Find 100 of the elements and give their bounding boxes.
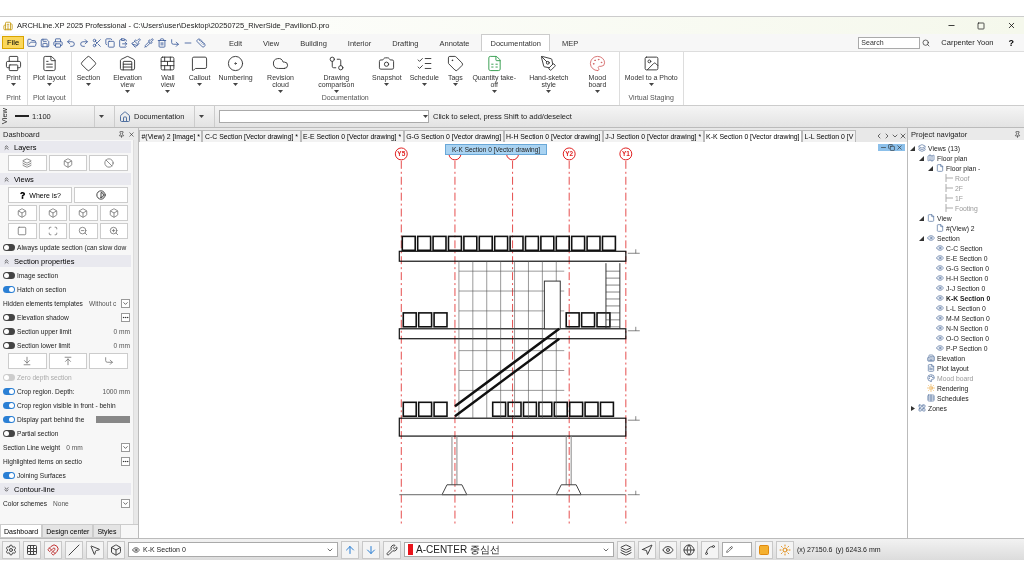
undo-icon[interactable] (66, 37, 77, 48)
icon-button[interactable] (74, 187, 128, 203)
layers-button[interactable] (617, 540, 635, 559)
more-button[interactable] (121, 312, 130, 322)
caret-icon (165, 90, 171, 93)
pen-select[interactable] (722, 542, 752, 557)
close-icon (1006, 21, 1016, 30)
expanded-icon[interactable] (910, 145, 915, 151)
toggle-switch[interactable] (3, 341, 15, 349)
icon-button[interactable] (38, 223, 67, 239)
icon-button[interactable] (99, 223, 128, 239)
tools-button[interactable] (383, 540, 401, 559)
minimize-icon (880, 144, 887, 151)
chevron-right-icon[interactable] (883, 132, 891, 140)
toggle-switch[interactable] (3, 313, 15, 321)
angle-button[interactable] (65, 540, 83, 559)
list-icon (415, 55, 433, 72)
eye-icon (936, 264, 944, 272)
pipette-icon[interactable] (144, 37, 155, 48)
box-button[interactable] (107, 540, 125, 559)
more-button[interactable] (121, 456, 130, 466)
spreadsheet-icon (485, 55, 503, 72)
chevron-left-icon[interactable] (875, 132, 883, 140)
search-icon[interactable] (922, 38, 931, 47)
layer-select[interactable]: A-CENTER 중심선 (404, 542, 614, 557)
pin-icon[interactable] (1014, 130, 1021, 138)
fill-button[interactable] (755, 540, 773, 559)
command-combo[interactable] (219, 110, 429, 123)
grid-button[interactable] (23, 540, 41, 559)
caret-icon (333, 90, 339, 93)
arrow-down-icon (365, 543, 377, 556)
trash-icon[interactable] (157, 37, 168, 48)
cube-icon (108, 208, 119, 218)
paste-icon[interactable] (118, 37, 129, 48)
square-icon (17, 226, 28, 236)
navigation-button[interactable] (638, 540, 656, 559)
toggle-switch[interactable] (3, 401, 15, 409)
folder-icon[interactable] (27, 37, 38, 48)
close-icon[interactable] (128, 130, 135, 138)
toggle-switch[interactable] (3, 243, 15, 251)
scissors-icon[interactable] (92, 37, 103, 48)
pen-icon (540, 55, 558, 72)
chevron-down-icon (122, 299, 129, 307)
icon-button[interactable] (69, 223, 98, 239)
chevrons-up-icon (3, 175, 10, 183)
toggle-switch[interactable] (3, 429, 15, 437)
chevron-down-icon[interactable] (891, 132, 899, 140)
caret-icon (421, 83, 427, 86)
collapsed-icon[interactable] (910, 405, 915, 411)
tree-line-icon (945, 204, 953, 212)
zoom-out-icon (78, 226, 89, 236)
expanded-icon[interactable] (919, 235, 924, 241)
caret-icon (594, 90, 600, 93)
spline-icon (704, 543, 716, 556)
render-button[interactable] (776, 540, 794, 559)
save-icon[interactable] (40, 37, 51, 48)
tree-line-icon (945, 174, 953, 182)
close-icon[interactable] (899, 132, 907, 140)
dropdown-button[interactable] (99, 115, 104, 118)
cube-icon (63, 158, 73, 168)
icon-button[interactable] (8, 205, 37, 221)
icon-button[interactable] (89, 155, 128, 171)
view-button[interactable] (659, 540, 677, 559)
redo-icon[interactable] (79, 37, 90, 48)
printer-icon[interactable] (53, 37, 64, 48)
toggle-switch[interactable] (3, 471, 15, 479)
globe-button[interactable] (680, 540, 698, 559)
icon-button[interactable] (99, 205, 128, 221)
settings-button[interactable] (2, 540, 20, 559)
corner-icon[interactable] (170, 37, 181, 48)
expanded-icon[interactable] (919, 155, 924, 161)
help-button[interactable]: ? (1004, 37, 1024, 48)
toggle-switch[interactable] (3, 327, 15, 335)
curve-button[interactable] (701, 540, 719, 559)
toggle-switch[interactable] (3, 415, 15, 423)
toggle-switch[interactable] (3, 271, 15, 279)
icon-button[interactable] (48, 155, 88, 171)
pin-icon[interactable] (118, 130, 125, 138)
brush-icon[interactable] (131, 37, 142, 48)
icon-button[interactable] (69, 205, 98, 221)
toggle-switch[interactable] (3, 387, 15, 395)
toggle-switch[interactable] (3, 285, 15, 293)
view-window-controls[interactable] (878, 144, 905, 151)
restore-icon (888, 144, 895, 151)
dropdown-button[interactable] (199, 115, 204, 118)
expanded-icon[interactable] (928, 165, 933, 171)
value-bar (96, 415, 130, 423)
icon-button[interactable] (38, 205, 67, 221)
zoom-in-icon (108, 226, 119, 236)
eye-icon (936, 314, 944, 322)
document-icon (40, 55, 58, 72)
globe-icon (683, 543, 695, 556)
scrollbar[interactable] (133, 140, 138, 524)
caret-icon (546, 90, 552, 93)
tree-line-icon (945, 194, 953, 202)
icon-button[interactable] (8, 155, 47, 171)
select-button[interactable] (86, 540, 104, 559)
ruler-icon[interactable] (196, 37, 207, 48)
expanded-icon[interactable] (919, 215, 924, 221)
copy-icon[interactable] (105, 37, 116, 48)
